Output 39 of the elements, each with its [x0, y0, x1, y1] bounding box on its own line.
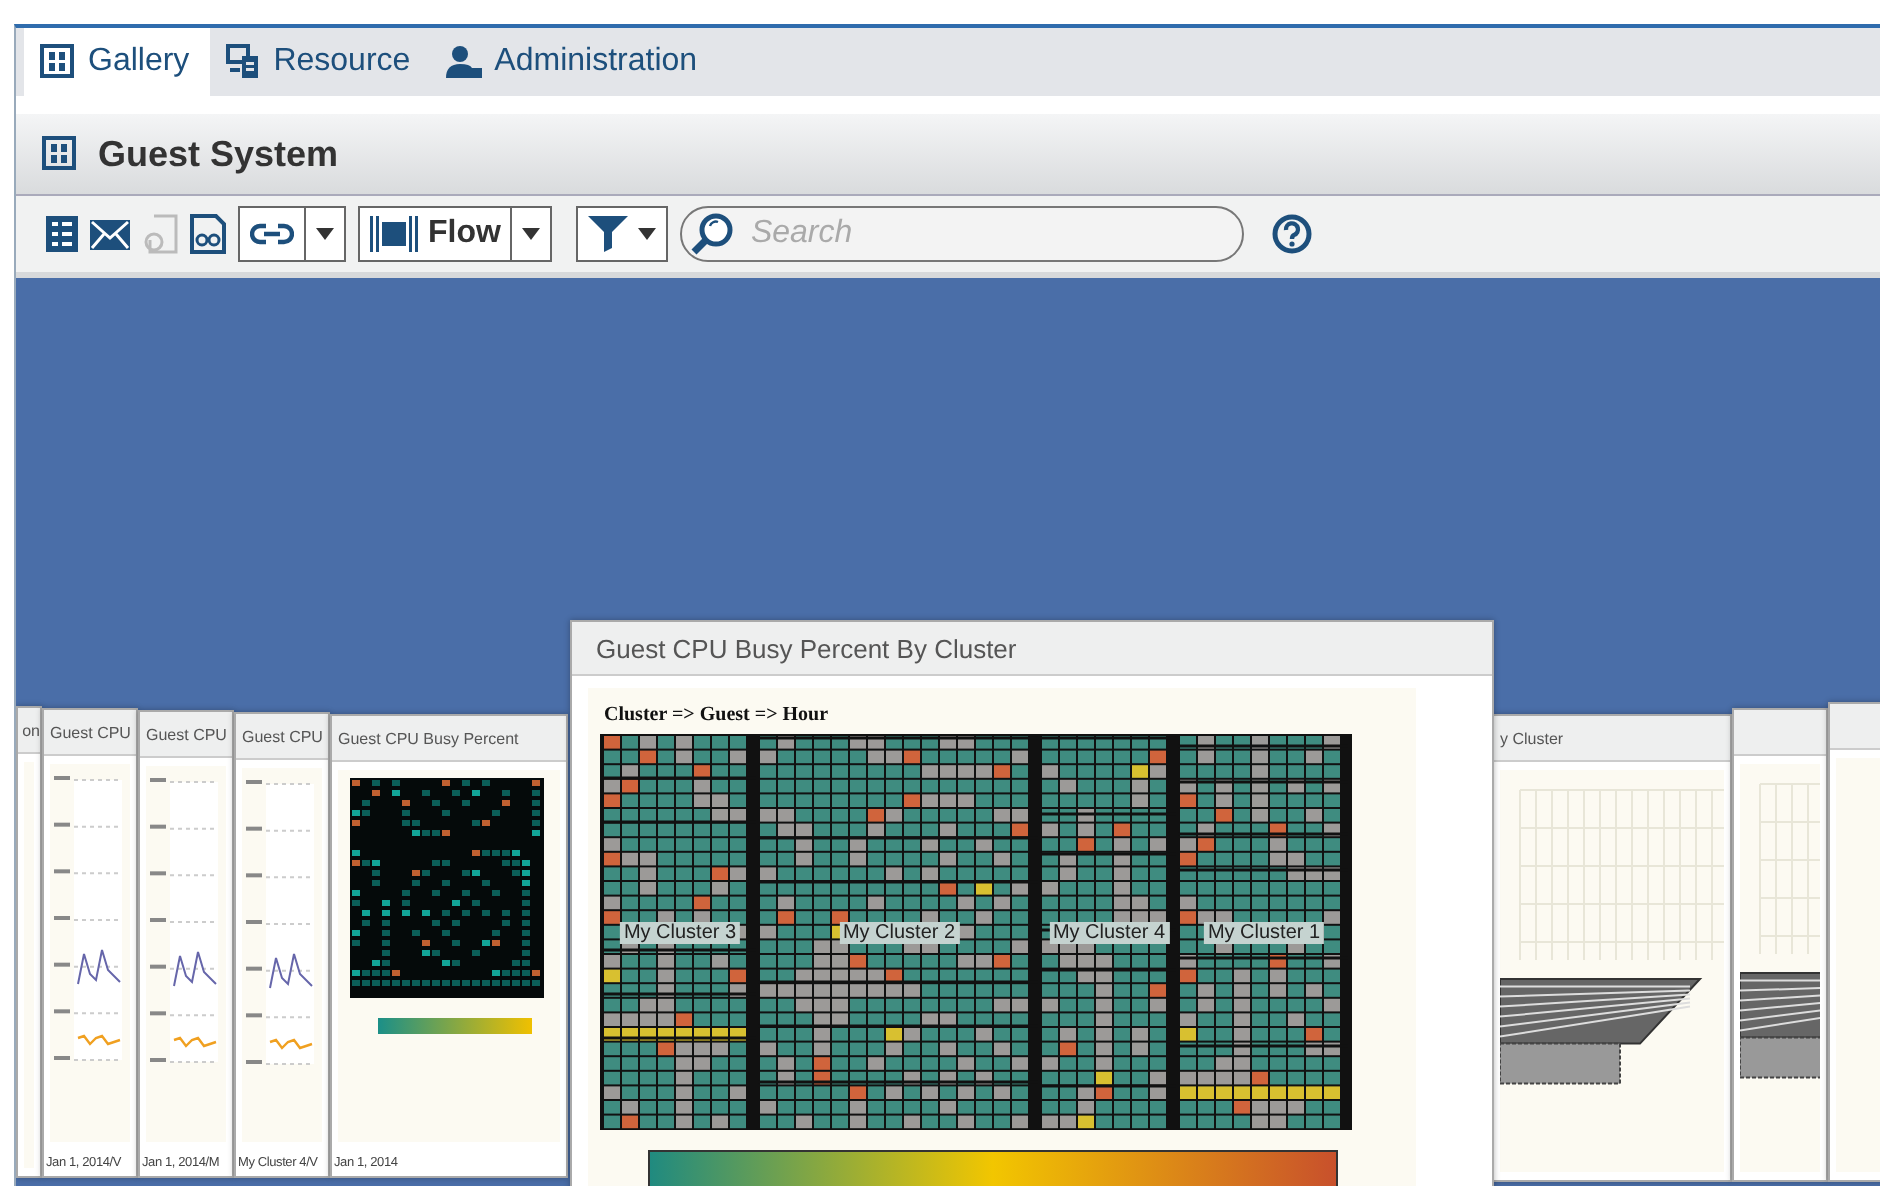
search-field[interactable]: Search — [680, 206, 1245, 262]
admin-icon — [446, 44, 483, 80]
caret-icon — [316, 228, 334, 240]
email-button[interactable] — [90, 219, 130, 249]
card-title: Guest CPU — [242, 727, 323, 745]
card-header — [1734, 710, 1826, 756]
resource-icon — [225, 44, 262, 80]
view-document-button[interactable] — [190, 214, 226, 254]
card-header — [1830, 704, 1880, 750]
card-title: on — [22, 721, 40, 739]
cluster-label: My Cluster 2 — [838, 922, 960, 944]
caret-icon — [638, 228, 657, 240]
card-title: Guest CPU Busy Percent By Cluster — [572, 622, 1492, 676]
flow-icon — [370, 216, 418, 252]
card-title: Guest CPU — [146, 725, 227, 743]
list-button[interactable] — [46, 216, 78, 252]
card-title: y Cluster — [1500, 729, 1564, 747]
cluster-label: My Cluster 4 — [1048, 922, 1170, 944]
link-icon — [250, 222, 294, 246]
tab[interactable]: Gallery — [24, 28, 210, 96]
gallery-icon — [40, 44, 76, 80]
page-title: Guest System — [98, 133, 339, 175]
search-icon — [690, 212, 735, 256]
tab[interactable]: Resource — [209, 28, 431, 96]
help-button[interactable] — [1272, 214, 1313, 254]
card-title: Guest CPU — [50, 723, 131, 741]
cluster-label: My Cluster 3 — [619, 922, 741, 944]
card-title: Guest CPU Busy Percent — [338, 729, 519, 747]
cluster-label: My Cluster 1 — [1203, 922, 1325, 944]
chart-card[interactable]: on — [16, 706, 42, 1178]
tab[interactable]: Administration — [430, 28, 718, 96]
filter-icon — [588, 216, 629, 252]
chart-card[interactable] — [1732, 708, 1828, 1182]
search-input[interactable]: Search — [746, 214, 1195, 254]
gallery-icon — [42, 136, 78, 172]
chart-card[interactable]: y Cluster — [1492, 714, 1732, 1182]
caret-icon — [522, 228, 541, 240]
featured-chart-card[interactable]: Guest CPU Busy Percent By Cluster Cluster => Guest => Hour My Cluster 3 My Cluster 2 My Cluster 4 My Cluster 1 — [570, 620, 1494, 1186]
chart-subtitle: Cluster => Guest => Hour — [604, 704, 831, 726]
